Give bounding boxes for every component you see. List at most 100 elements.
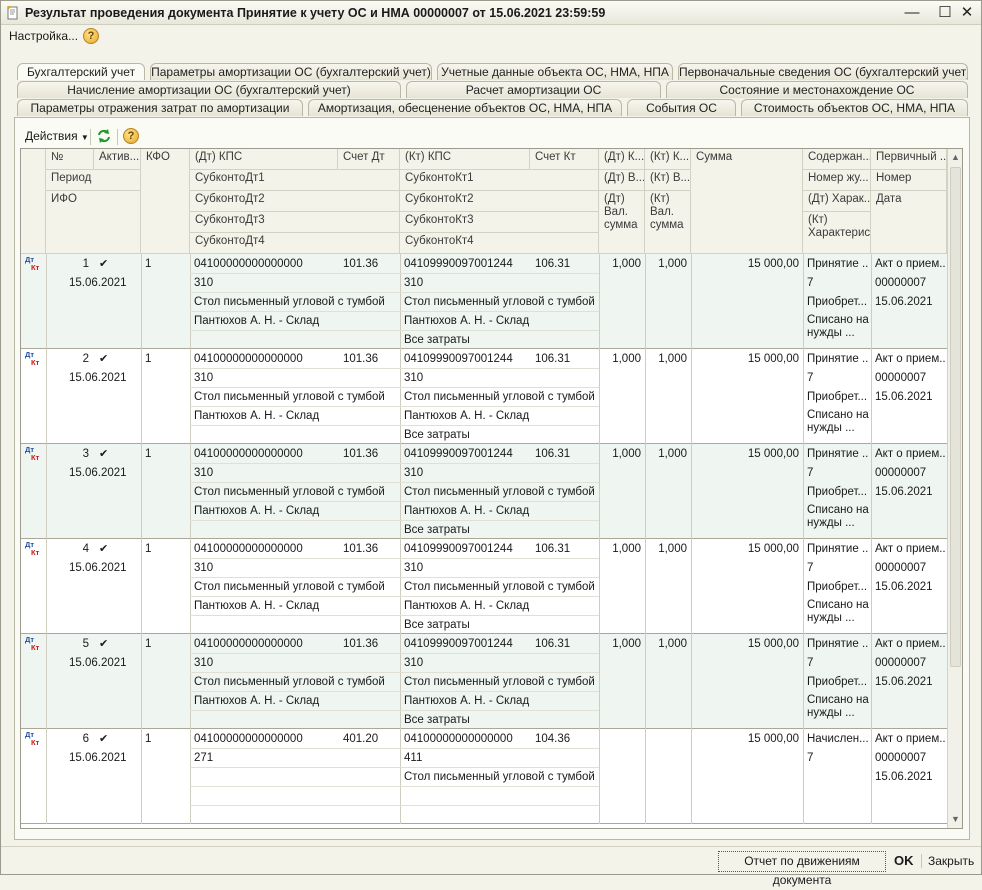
tab-cost-objects[interactable]: Стоимость объектов ОС, НМА, НПА: [741, 99, 968, 116]
header-kt-kps[interactable]: (Кт) КПС: [400, 149, 530, 170]
vertical-scrollbar[interactable]: ▲ ▼: [947, 149, 962, 828]
row-sum: 15 000,00: [747, 353, 799, 365]
close-button[interactable]: Закрыть: [928, 854, 974, 868]
column-divider: [871, 634, 872, 729]
movement-report-button[interactable]: Отчет по движениям документа: [718, 851, 886, 887]
row-dt-account: 101.36: [343, 638, 379, 650]
header-subkonto-dt2[interactable]: СубконтоДт2: [190, 191, 400, 212]
header-dt-val-sum[interactable]: (Дт) Вал. сумма: [599, 191, 645, 254]
header-primary-doc[interactable]: Первичный ...: [871, 149, 947, 170]
header-period[interactable]: Период: [46, 170, 141, 191]
header-kt-val-sum[interactable]: (Кт) Вал. сумма: [645, 191, 691, 254]
header-kfo[interactable]: КФО: [141, 149, 190, 254]
tab-depreciation-params[interactable]: Параметры амортизации ОС (бухгалтерский …: [150, 63, 432, 80]
header-dt-characteristic[interactable]: (Дт) Харак...: [803, 191, 871, 212]
close-icon[interactable]: ✕: [957, 3, 977, 22]
header-kt-account[interactable]: Счет Кт: [530, 149, 599, 170]
header-subkonto-kt2[interactable]: СубконтоКт2: [400, 191, 599, 212]
row-period: 15.06.2021 23:5...: [69, 467, 129, 479]
row-kt-subkonto2: Стол письменный угловой с тумбой: [404, 486, 595, 498]
tab-accounting[interactable]: Бухгалтерский учет: [17, 63, 145, 80]
header-kt-qty[interactable]: (Кт) К...: [645, 149, 691, 170]
scroll-down-icon[interactable]: ▼: [948, 811, 962, 827]
header-subkonto-kt3[interactable]: СубконтоКт3: [400, 212, 599, 233]
header-content[interactable]: Содержан...: [803, 149, 871, 170]
tab-state-location[interactable]: Состояние и местонахождение ОС: [666, 81, 968, 98]
row-sum: 15 000,00: [747, 638, 799, 650]
row-kt-subkonto4: Все затраты: [404, 714, 470, 726]
header-sum[interactable]: Сумма: [691, 149, 803, 254]
header-kt-characteristic[interactable]: (Кт) Характерис: [803, 212, 871, 254]
header-dt-qty[interactable]: (Дт) К...: [599, 149, 645, 170]
settings-menu[interactable]: Настройка...: [9, 29, 78, 43]
header-subkonto-kt1[interactable]: СубконтоКт1: [400, 170, 599, 191]
table-row[interactable]: ДтКт ✔ 4 15.06.2021 23:5... 1 041000000000000…: [21, 539, 947, 634]
row-dt-account: 101.36: [343, 353, 379, 365]
header-number[interactable]: Номер: [871, 170, 947, 191]
scroll-up-icon[interactable]: ▲: [948, 149, 962, 165]
column-divider: [190, 254, 191, 349]
subrow-divider: [400, 406, 599, 407]
tab-depreciation-accrual[interactable]: Начисление амортизации ОС (бухгалтерский…: [17, 81, 401, 98]
header-date[interactable]: Дата: [871, 191, 947, 254]
header-active[interactable]: Актив...: [94, 149, 141, 170]
chevron-down-icon: ▼: [80, 133, 89, 142]
subrow-divider: [400, 330, 599, 331]
table-row[interactable]: ДтКт ✔ 6 15.06.2021 23:5... 1 041000000000000…: [21, 729, 947, 824]
header-dt-kps[interactable]: (Дт) КПС: [190, 149, 338, 170]
tab-depreciation-calc[interactable]: Расчет амортизации ОС: [406, 81, 661, 98]
menu-bar: Настройка... ?: [1, 26, 981, 48]
row-number: 3: [82, 448, 89, 460]
subrow-divider: [400, 805, 599, 806]
refresh-icon[interactable]: [96, 128, 112, 144]
table-row[interactable]: ДтКт ✔ 5 15.06.2021 23:5... 1 041000000000000…: [21, 634, 947, 729]
column-divider: [803, 349, 804, 444]
minimize-icon[interactable]: —: [902, 3, 922, 22]
table-row[interactable]: ДтКт ✔ 3 15.06.2021 23:5... 1 041000000000000…: [21, 444, 947, 539]
tab-object-data[interactable]: Учетные данные объекта ОС, НМА, НПА: [437, 63, 673, 80]
tab-cost-reflection[interactable]: Параметры отражения затрат по амортизаци…: [17, 99, 303, 116]
header-subkonto-dt3[interactable]: СубконтоДт3: [190, 212, 400, 233]
row-content: Начислен...: [807, 733, 869, 745]
tab-initial-info[interactable]: Первоначальные сведения ОС (бухгалтерски…: [678, 63, 968, 80]
row-doc-number: 00000007: [875, 752, 927, 764]
table-row[interactable]: ДтКт ✔ 2 15.06.2021 23:5... 1 041000000000000…: [21, 349, 947, 444]
row-dt-subkonto3: Пантюхов А. Н. - Склад: [194, 315, 320, 327]
header-dt-account[interactable]: Счет Дт: [338, 149, 400, 170]
column-divider: [400, 539, 401, 634]
document-icon: [6, 5, 20, 20]
row-kt-characteristic: Списано на нужды ...: [807, 694, 869, 719]
actions-menu[interactable]: Действия ▼: [25, 129, 89, 143]
maximize-icon[interactable]: ☐: [935, 3, 955, 22]
help-icon[interactable]: ?: [83, 28, 99, 44]
column-divider: [803, 729, 804, 824]
column-divider: [871, 254, 872, 349]
tab-events[interactable]: События ОС: [627, 99, 736, 116]
row-kt-kps: 04109990097001244: [404, 448, 513, 460]
header-ifo[interactable]: ИФО: [46, 191, 141, 254]
row-sum: 15 000,00: [747, 448, 799, 460]
subrow-divider: [190, 273, 400, 274]
header-kt-currency[interactable]: (Кт) В...: [645, 170, 691, 191]
help-icon[interactable]: ?: [123, 128, 139, 144]
row-kt-qty: 1,000: [658, 638, 687, 650]
header-journal-number[interactable]: Номер жу...: [803, 170, 871, 191]
header-subkonto-dt1[interactable]: СубконтоДт1: [190, 170, 400, 191]
row-primary-doc: Акт о прием...: [875, 448, 945, 460]
row-kt-kps: 04109990097001244: [404, 638, 513, 650]
ok-button[interactable]: OK: [894, 853, 914, 868]
subrow-divider: [400, 691, 599, 692]
table-row[interactable]: ДтКт ✔ 1 15.06.2021 23:5... 1 041000000000000…: [21, 254, 947, 349]
column-divider: [400, 254, 401, 349]
header-num[interactable]: №: [46, 149, 94, 170]
row-dt-characteristic: Приобрет...: [807, 676, 868, 688]
credit-mark: Кт: [31, 548, 40, 557]
header-subkonto-dt4[interactable]: СубконтоДт4: [190, 233, 400, 254]
header-dt-currency[interactable]: (Дт) В...: [599, 170, 645, 191]
scrollbar-thumb[interactable]: [950, 167, 961, 667]
tab-impairment[interactable]: Амортизация, обесценение объектов ОС, НМ…: [308, 99, 622, 116]
row-kt-subkonto1: 411: [404, 752, 423, 764]
subrow-divider: [400, 710, 599, 711]
header-subkonto-kt4[interactable]: СубконтоКт4: [400, 233, 599, 254]
column-divider: [803, 634, 804, 729]
